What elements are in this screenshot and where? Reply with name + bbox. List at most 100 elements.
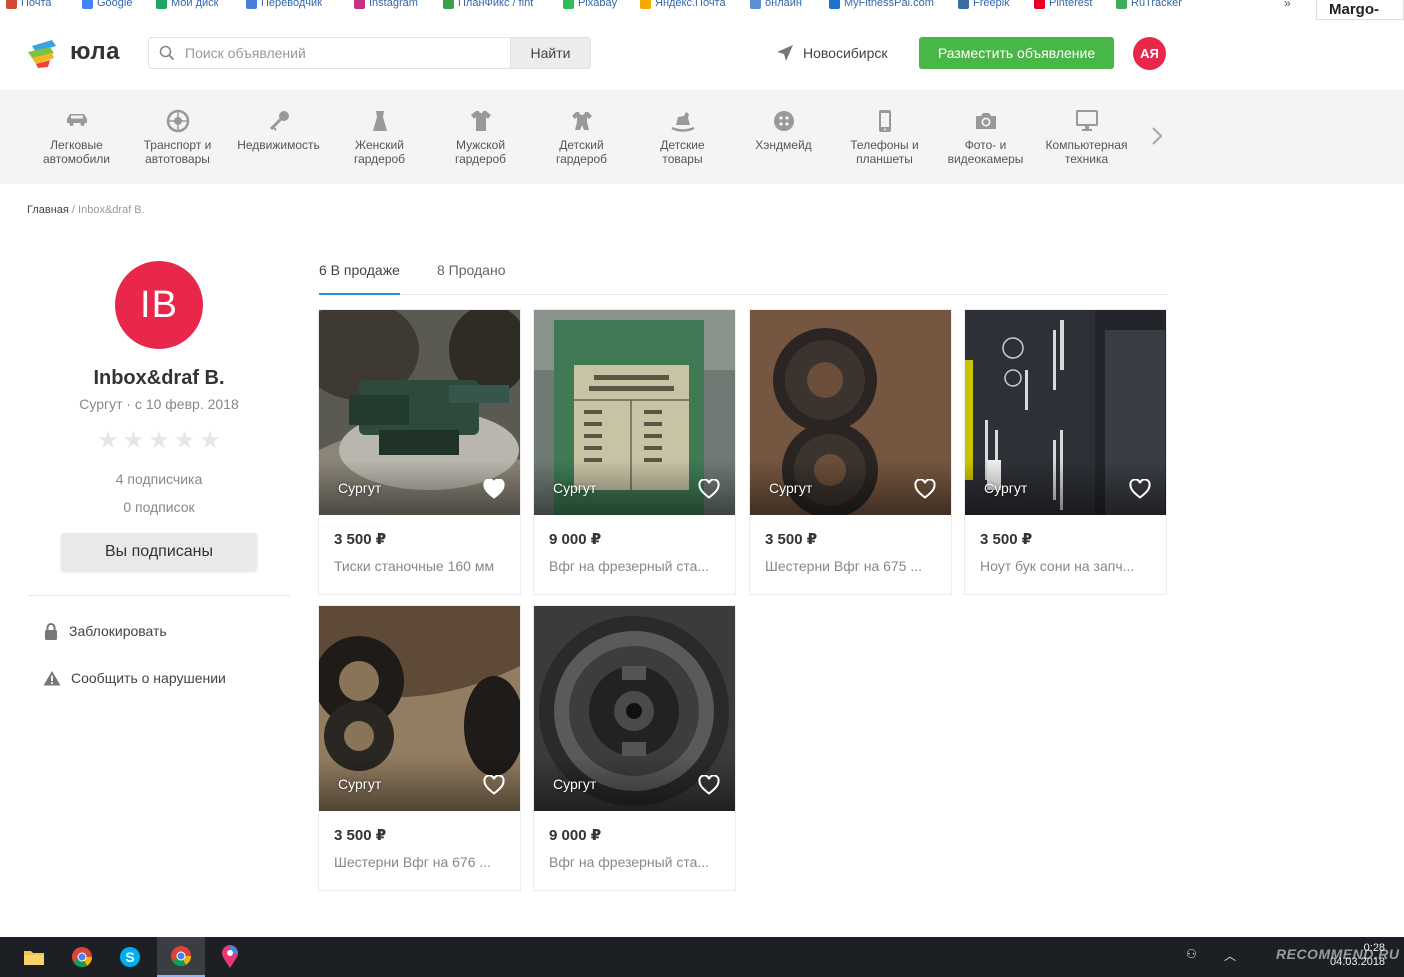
bookmark-label: MyFitnessPal.com <box>844 0 934 9</box>
bookmark-favicon-icon <box>246 0 257 9</box>
search-button[interactable]: Найти <box>510 38 590 68</box>
bookmarks-bar: Почта Google Мой диск Переводчик Instagram Пл… <box>0 0 1404 12</box>
report-user-label: Сообщить о нарушении <box>71 670 226 686</box>
category-label: Детские товары <box>660 138 705 166</box>
category-item[interactable]: Детский гардероб <box>531 90 632 184</box>
chevron-right-icon[interactable] <box>1148 124 1166 148</box>
bookmarks-overflow-button[interactable]: » <box>1284 0 1291 10</box>
maps-pin-icon[interactable] <box>206 937 254 977</box>
bookmark-item[interactable]: онлайн <box>750 0 802 9</box>
listing-card[interactable]: Сургут 9 000 ₽ Вфг на фрезерный ста... <box>533 309 736 595</box>
listing-price: 3 500 ₽ <box>980 531 1033 548</box>
bookmark-label: Pinterest <box>1049 0 1093 9</box>
listing-card[interactable]: Сургут 3 500 ₽ Шестерни Вфг на 676 ... <box>318 605 521 891</box>
bookmark-item[interactable]: Instagram <box>354 0 418 9</box>
seller-meta: Сургут · с 10 февр. 2018 <box>79 396 239 412</box>
block-user-link[interactable]: Заблокировать <box>43 622 290 640</box>
heart-icon[interactable] <box>483 478 505 499</box>
listing-price: 3 500 ₽ <box>334 827 387 844</box>
category-label: Телефоны и планшеты <box>850 138 919 166</box>
listing-title[interactable]: Шестерни Вфг на 675 ... <box>765 558 943 574</box>
bookmark-item[interactable]: Pixabay <box>563 0 617 9</box>
followers-count[interactable]: 4 подписчика <box>28 471 290 487</box>
location-arrow-icon <box>777 45 793 61</box>
bookmark-item[interactable]: RuTracker <box>1116 0 1182 9</box>
listing-tabs: 6 В продаже 8 Продано <box>319 258 1167 295</box>
post-ad-button[interactable]: Разместить объявление <box>919 37 1114 69</box>
listing-card[interactable]: Сургут 3 500 ₽ Тиски станочные 160 мм <box>318 309 521 595</box>
file-explorer-icon[interactable] <box>10 937 58 977</box>
site-logo[interactable]: юла <box>26 36 120 68</box>
user-avatar[interactable]: АЯ <box>1133 37 1166 70</box>
listing-location: Сургут <box>553 480 597 496</box>
category-item[interactable]: Телефоны и планшеты <box>834 90 935 184</box>
category-item[interactable]: Недвижимость <box>228 90 329 184</box>
bookmark-favicon-icon <box>563 0 574 9</box>
listing-card[interactable]: Сургут 3 500 ₽ Шестерни Вфг на 675 ... <box>749 309 952 595</box>
category-item[interactable]: Детские товары <box>632 90 733 184</box>
bookmark-item[interactable]: Переводчик <box>246 0 322 9</box>
bookmark-item[interactable]: MyFitnessPal.com <box>829 0 934 9</box>
listing-title[interactable]: Шестерни Вфг на 676 ... <box>334 854 512 870</box>
people-icon[interactable]: ⚇ <box>1186 947 1197 961</box>
listing-title[interactable]: Ноут бук сони на запч... <box>980 558 1158 574</box>
bookmark-item[interactable]: Pinterest <box>1034 0 1092 9</box>
category-item[interactable]: Мужской гардероб <box>430 90 531 184</box>
subscribe-button[interactable]: Вы подписаны <box>61 533 257 571</box>
system-clock[interactable]: 0:28 04.03.2018 <box>1330 941 1385 969</box>
bookmark-item[interactable]: Яндекс.Почта <box>640 0 726 9</box>
following-count[interactable]: 0 подписок <box>28 499 290 515</box>
bookmark-item[interactable]: Google <box>82 0 132 9</box>
category-item[interactable]: Легковые автомобили <box>26 90 127 184</box>
bookmark-label: онлайн <box>765 0 802 9</box>
heart-icon[interactable] <box>1129 478 1151 499</box>
category-bar: Легковые автомобили Транспорт и автотовар… <box>0 90 1404 184</box>
city-label: Новосибирск <box>803 45 888 61</box>
search-bar: Найти <box>148 37 591 69</box>
listing-price: 9 000 ₽ <box>549 827 602 844</box>
listing-title[interactable]: Вфг на фрезерный ста... <box>549 558 727 574</box>
breadcrumb: Главная / Inbox&draf B. <box>27 204 145 216</box>
bookmark-favicon-icon <box>829 0 840 9</box>
category-label: Хэндмейд <box>755 138 812 152</box>
seller-profile: IB Inbox&draf B. Сургут · с 10 февр. 201… <box>28 258 290 686</box>
listing-card[interactable]: Сургут 3 500 ₽ Ноут бук сони на запч... <box>964 309 1167 595</box>
search-input[interactable] <box>185 38 510 68</box>
seller-rating: ★ ★ ★ ★ ★ <box>28 426 290 455</box>
logo-text: юла <box>70 38 120 65</box>
tab-on-sale[interactable]: 6 В продаже <box>319 262 400 295</box>
bookmark-item[interactable]: ПланФикс / fint <box>443 0 533 9</box>
bookmark-label: Мой диск <box>171 0 219 9</box>
bookmark-item[interactable]: Почта <box>6 0 52 9</box>
category-item[interactable]: Фото- и видеокамеры <box>935 90 1036 184</box>
category-item[interactable]: Транспорт и автотовары <box>127 90 228 184</box>
heart-icon[interactable] <box>914 478 936 499</box>
chevron-up-icon[interactable]: ︿ <box>1224 947 1236 964</box>
tab-sold[interactable]: 8 Продано <box>437 262 505 295</box>
heart-icon[interactable] <box>483 774 505 795</box>
heart-icon[interactable] <box>698 774 720 795</box>
category-item[interactable]: Компьютерная техника <box>1036 90 1137 184</box>
bookmark-label: RuTracker <box>1131 0 1182 9</box>
bookmark-item[interactable]: Freepik <box>958 0 1010 9</box>
report-user-link[interactable]: Сообщить о нарушении <box>43 670 290 686</box>
chrome-active-icon[interactable] <box>157 937 205 977</box>
star-icon: ★ <box>97 427 119 454</box>
wheel-icon <box>165 108 191 134</box>
browser-profile-name[interactable]: Margo-sib <box>1316 0 1404 35</box>
listing-title[interactable]: Вфг на фрезерный ста... <box>549 854 727 870</box>
breadcrumb-home[interactable]: Главная <box>27 204 69 216</box>
bookmark-favicon-icon <box>958 0 969 9</box>
bookmark-item[interactable]: Мой диск <box>156 0 218 9</box>
listing-title[interactable]: Тиски станочные 160 мм <box>334 558 512 574</box>
chrome-icon[interactable] <box>58 937 106 977</box>
skype-icon[interactable]: S <box>106 937 154 977</box>
city-selector[interactable]: Новосибирск <box>776 44 888 62</box>
category-item[interactable]: Женский гардероб <box>329 90 430 184</box>
listing-card[interactable]: Сургут 9 000 ₽ Вфг на фрезерный ста... <box>533 605 736 891</box>
category-item[interactable]: Хэндмейд <box>733 90 834 184</box>
category-label: Транспорт и автотовары <box>143 138 212 166</box>
search-icon <box>149 38 185 68</box>
dress-icon <box>367 108 393 134</box>
heart-icon[interactable] <box>698 478 720 499</box>
